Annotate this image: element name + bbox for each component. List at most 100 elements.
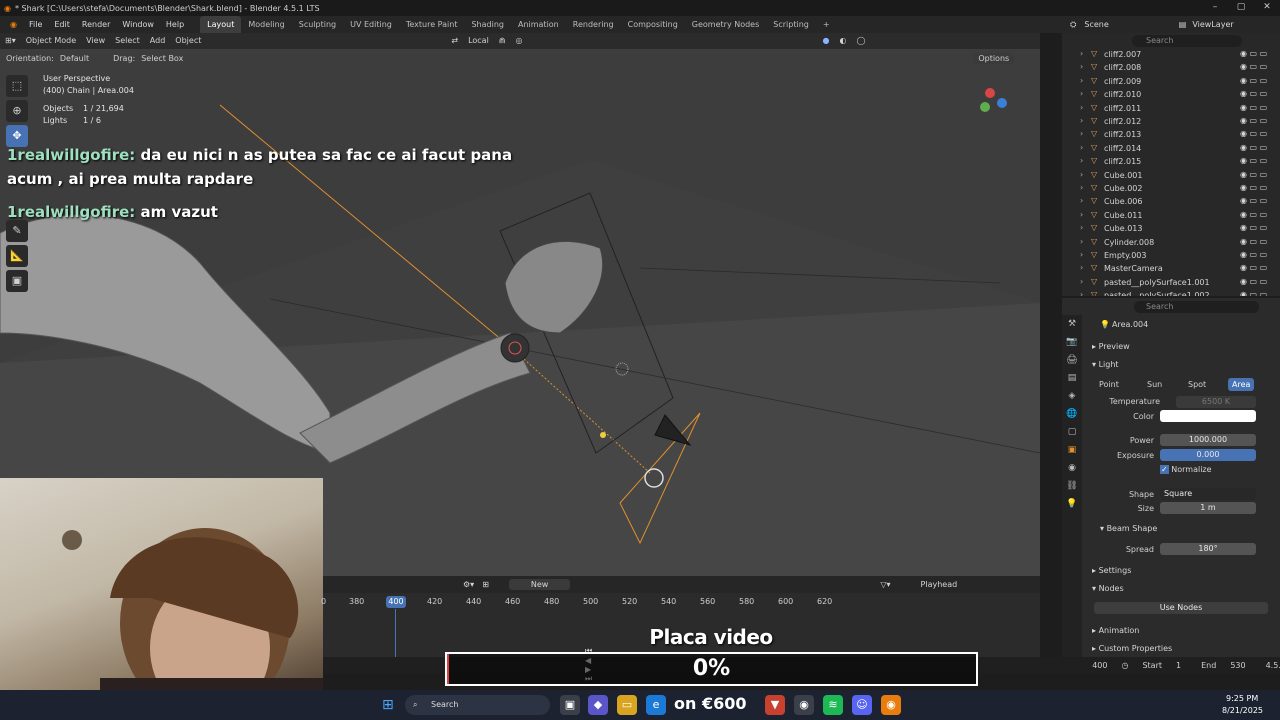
outliner-row[interactable]: › ▽ cliff2.009 ◉ ▭ ▭ xyxy=(1062,76,1280,89)
tab-uv-editing[interactable]: UV Editing xyxy=(343,16,399,33)
light-type-point[interactable]: Point xyxy=(1095,378,1123,391)
expand-arrow-icon[interactable]: › xyxy=(1080,49,1083,58)
visibility-toggle-icon[interactable]: ◉ ▭ ▭ xyxy=(1240,196,1267,205)
outliner-row[interactable]: › ▽ Cube.011 ◉ ▭ ▭ xyxy=(1062,210,1280,223)
visibility-toggle-icon[interactable]: ◉ ▭ ▭ xyxy=(1240,49,1267,58)
visibility-toggle-icon[interactable]: ◉ ▭ ▭ xyxy=(1240,116,1267,125)
pivot-local-dropdown[interactable]: Local xyxy=(463,33,494,49)
keyframe-icon[interactable]: ⚙▾ xyxy=(463,580,474,589)
annotate-tool-icon[interactable]: ✎ xyxy=(6,220,28,242)
visibility-toggle-icon[interactable]: ◉ ▭ ▭ xyxy=(1240,250,1267,259)
outliner-row[interactable]: › ▽ Empty.003 ◉ ▭ ▭ xyxy=(1062,250,1280,263)
visibility-toggle-icon[interactable]: ◉ ▭ ▭ xyxy=(1240,290,1267,296)
expand-arrow-icon[interactable]: › xyxy=(1080,129,1083,138)
render-tab-icon[interactable]: 📷 xyxy=(1062,333,1082,351)
scene-name[interactable]: Scene xyxy=(1084,20,1108,29)
clock-time[interactable]: 9:25 PM xyxy=(1226,694,1258,703)
color-swatch[interactable] xyxy=(1160,410,1256,422)
tab-rendering[interactable]: Rendering xyxy=(566,16,621,33)
outliner-row[interactable]: › ▽ Cylinder.008 ◉ ▭ ▭ xyxy=(1062,237,1280,250)
add-workspace-icon[interactable]: + xyxy=(816,16,837,33)
tab-geometry-nodes[interactable]: Geometry Nodes xyxy=(685,16,766,33)
frame-field[interactable]: 400 xyxy=(1092,661,1107,670)
spotify-icon[interactable]: ≋ xyxy=(823,695,843,715)
expand-arrow-icon[interactable]: › xyxy=(1080,250,1083,259)
outliner-row[interactable]: › ▽ Cube.013 ◉ ▭ ▭ xyxy=(1062,223,1280,236)
tab-modeling[interactable]: Modeling xyxy=(241,16,291,33)
menu-edit[interactable]: Edit xyxy=(48,16,76,33)
view-layer-name[interactable]: ViewLayer xyxy=(1192,20,1233,29)
shading-solid-icon[interactable]: ● xyxy=(817,33,834,49)
spread-field[interactable]: 180° xyxy=(1160,543,1256,555)
new-action-button[interactable]: New xyxy=(508,579,571,590)
light-type-spot[interactable]: Spot xyxy=(1184,378,1210,391)
constraints-tab-icon[interactable]: ⛓ xyxy=(1062,477,1082,495)
exposure-field[interactable]: 0.000 xyxy=(1160,449,1256,461)
new-action-icon[interactable]: ⊞ xyxy=(482,580,489,589)
current-frame-indicator[interactable]: 400 xyxy=(386,596,406,608)
expand-arrow-icon[interactable]: › xyxy=(1080,116,1083,125)
orientation-dropdown[interactable]: Default xyxy=(60,54,89,63)
outliner-row[interactable]: › ▽ cliff2.007 ◉ ▭ ▭ xyxy=(1062,49,1280,62)
properties-search-input[interactable]: Search xyxy=(1134,301,1259,313)
scene-tab-icon[interactable]: ◈ xyxy=(1062,387,1082,405)
menu-select[interactable]: Select xyxy=(110,33,145,49)
close-button[interactable]: ✕ xyxy=(1254,0,1280,16)
view-layer-tab-icon[interactable]: ▤ xyxy=(1062,369,1082,387)
measure-tool-icon[interactable]: 📐 xyxy=(6,245,28,267)
world-tab-icon[interactable]: 🌐 xyxy=(1062,405,1082,423)
menu-window[interactable]: Window xyxy=(116,16,160,33)
tool-tab-icon[interactable]: ⚒ xyxy=(1062,315,1082,333)
outliner-row[interactable]: › ▽ MasterCamera ◉ ▭ ▭ xyxy=(1062,263,1280,276)
normalize-checkbox[interactable]: ✓ Normalize xyxy=(1160,465,1212,474)
expand-arrow-icon[interactable]: › xyxy=(1080,196,1083,205)
start-value[interactable]: 1 xyxy=(1176,661,1181,670)
outliner-row[interactable]: › ▽ Cube.006 ◉ ▭ ▭ xyxy=(1062,196,1280,209)
edge-icon[interactable]: e xyxy=(646,695,666,715)
outliner-row[interactable]: › ▽ cliff2.012 ◉ ▭ ▭ xyxy=(1062,116,1280,129)
light-type-area[interactable]: Area xyxy=(1228,378,1255,391)
tab-texture-paint[interactable]: Texture Paint xyxy=(399,16,465,33)
blender-taskbar-icon[interactable]: ◉ xyxy=(881,695,901,715)
collection-tab-icon[interactable]: ▢ xyxy=(1062,423,1082,441)
task-view-icon[interactable]: ▣ xyxy=(560,695,580,715)
visibility-toggle-icon[interactable]: ◉ ▭ ▭ xyxy=(1240,76,1267,85)
clock-date[interactable]: 8/21/2025 xyxy=(1222,706,1263,715)
select-tool-icon[interactable]: ⬚ xyxy=(6,75,28,97)
tab-animation[interactable]: Animation xyxy=(511,16,566,33)
visibility-toggle-icon[interactable]: ◉ ▭ ▭ xyxy=(1240,263,1267,272)
expand-arrow-icon[interactable]: › xyxy=(1080,237,1083,246)
filters-icon[interactable]: ▽▾ xyxy=(880,580,890,589)
visibility-toggle-icon[interactable]: ◉ ▭ ▭ xyxy=(1240,143,1267,152)
blender-menu-icon[interactable]: ◉ xyxy=(4,16,23,33)
animation-panel-header[interactable]: ▸ Animation xyxy=(1092,626,1139,635)
visibility-toggle-icon[interactable]: ◉ ▭ ▭ xyxy=(1240,210,1267,219)
brave-icon[interactable]: ▼ xyxy=(765,695,785,715)
snap-icon[interactable]: ⋒ xyxy=(494,33,511,49)
light-type-sun[interactable]: Sun xyxy=(1143,378,1166,391)
power-field[interactable]: 1000.000 xyxy=(1160,434,1256,446)
outliner-row[interactable]: › ▽ Cube.001 ◉ ▭ ▭ xyxy=(1062,170,1280,183)
custom-properties-panel-header[interactable]: ▸ Custom Properties xyxy=(1092,644,1172,653)
expand-arrow-icon[interactable]: › xyxy=(1080,223,1083,232)
expand-arrow-icon[interactable]: › xyxy=(1080,170,1083,179)
use-nodes-button[interactable]: Use Nodes xyxy=(1094,602,1268,614)
menu-render[interactable]: Render xyxy=(76,16,116,33)
file-explorer-icon[interactable]: ▭ xyxy=(617,695,637,715)
outliner-row[interactable]: › ▽ cliff2.014 ◉ ▭ ▭ xyxy=(1062,143,1280,156)
object-name-field[interactable]: Area.004 xyxy=(1112,320,1148,329)
object-tab-icon[interactable]: ▣ xyxy=(1062,441,1082,459)
preview-panel-header[interactable]: ▸ Preview xyxy=(1092,342,1130,351)
temperature-field[interactable]: 6500 K xyxy=(1176,396,1256,408)
outliner-row[interactable]: › ▽ cliff2.008 ◉ ▭ ▭ xyxy=(1062,62,1280,75)
nodes-panel-header[interactable]: ▾ Nodes xyxy=(1092,584,1124,593)
windows-start-icon[interactable]: ⊞ xyxy=(382,697,394,713)
light-panel-header[interactable]: ▾ Light xyxy=(1092,360,1119,369)
discord-icon[interactable]: ☺ xyxy=(852,695,872,715)
expand-arrow-icon[interactable]: › xyxy=(1080,263,1083,272)
visibility-toggle-icon[interactable]: ◉ ▭ ▭ xyxy=(1240,223,1267,232)
outliner-row[interactable]: › ▽ cliff2.011 ◉ ▭ ▭ xyxy=(1062,103,1280,116)
tab-scripting[interactable]: Scripting xyxy=(766,16,816,33)
proportional-edit-icon[interactable]: ◎ xyxy=(511,33,528,49)
move-tool-icon[interactable]: ✥ xyxy=(6,125,28,147)
